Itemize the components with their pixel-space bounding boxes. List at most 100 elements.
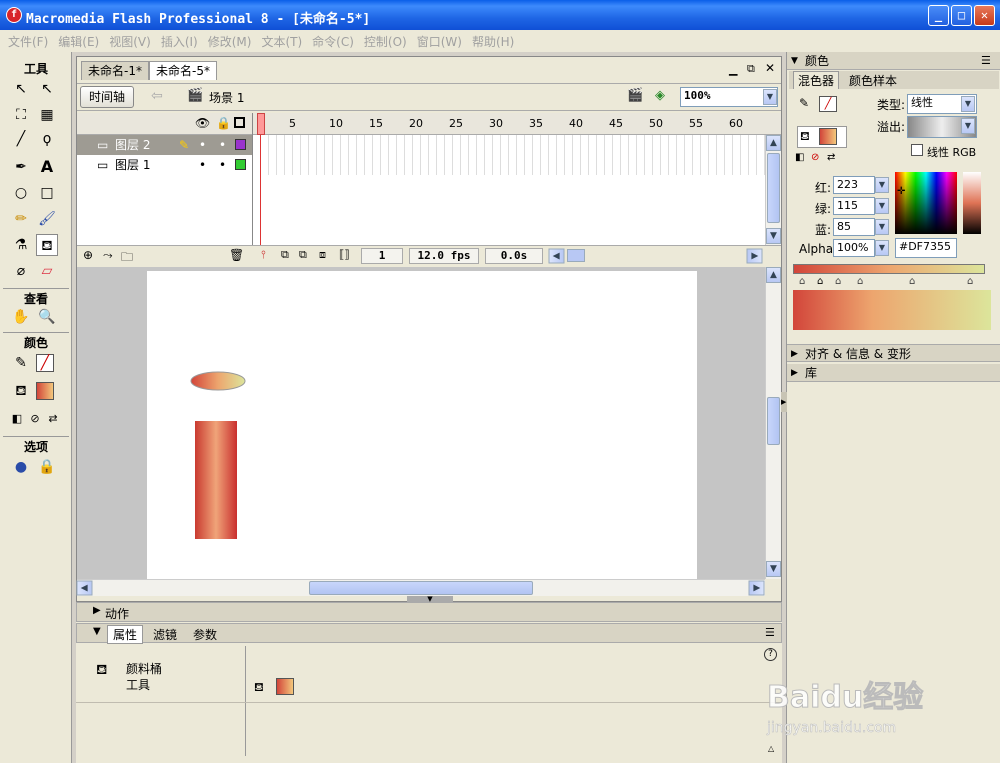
color-panel-header[interactable]: ▼ 颜色 ☰	[787, 52, 1000, 70]
rectangle-shape[interactable]	[195, 421, 237, 539]
stage[interactable]	[147, 271, 697, 579]
minimize-button[interactable]: _	[928, 5, 949, 26]
visibility-dot[interactable]: •	[199, 135, 206, 155]
stage-hscroll[interactable]: ▲ ▲	[76, 579, 765, 596]
zoom-tool-icon[interactable]: 🔍	[36, 306, 58, 328]
align-panel-header[interactable]: ▶ 对齐 & 信息 & 变形	[787, 344, 1000, 362]
gradient-stop-icon[interactable]: ⌂	[835, 276, 841, 287]
gap-size-icon[interactable]: ●	[10, 456, 32, 478]
none-icon[interactable]: ⊘	[811, 152, 819, 163]
panel-menu-icon[interactable]: ☰	[765, 626, 775, 639]
stage-scroll-right[interactable]: ▲	[748, 580, 765, 596]
help-icon[interactable]: ?	[764, 648, 777, 661]
green-dropdown-icon[interactable]: ▼	[875, 198, 889, 214]
fill-color-swatch[interactable]	[36, 382, 54, 400]
add-folder-icon[interactable]: 🗀	[121, 248, 133, 269]
panel-collapse-arrow[interactable]: ▶	[781, 392, 787, 412]
free-transform-icon[interactable]: ⛶	[10, 104, 32, 126]
hex-field[interactable]: #DF7355	[895, 238, 957, 258]
layer-color-swatch[interactable]	[235, 139, 246, 150]
tab-swatches[interactable]: 颜色样本	[849, 72, 897, 89]
playhead[interactable]	[257, 113, 265, 135]
stage-hscroll-thumb[interactable]	[309, 581, 533, 595]
line-tool-icon[interactable]: ╱	[10, 128, 32, 150]
collapse-color-icon[interactable]: ▼	[791, 52, 798, 70]
expand-arrow-icon[interactable]: ▶	[93, 605, 101, 616]
lock-icon[interactable]: 🔒	[216, 116, 231, 130]
doc-tab-1[interactable]: 未命名-1*	[81, 61, 149, 80]
collapse-arrow-icon[interactable]: ▼	[93, 626, 101, 637]
linear-rgb-checkbox[interactable]	[911, 144, 923, 156]
bw-icon[interactable]: ◧	[795, 152, 804, 163]
add-guide-icon[interactable]: ⤳	[103, 248, 113, 263]
menu-file[interactable]: 文件(F)	[8, 33, 48, 50]
add-layer-icon[interactable]: ⊕	[83, 248, 93, 262]
onion-markers-icon[interactable]: ⟦⟧	[339, 248, 350, 261]
oval-tool-icon[interactable]: ○	[10, 182, 32, 204]
stage-vscroll-thumb[interactable]	[767, 397, 780, 445]
tl-hscroll-thumb[interactable]	[567, 249, 585, 262]
alpha-field[interactable]: 100%	[833, 239, 875, 257]
fill-transform-icon[interactable]: ▦	[36, 104, 58, 126]
edit-multiple-icon[interactable]: ⧈	[319, 248, 326, 262]
lock-dot[interactable]: •	[219, 155, 226, 175]
menu-view[interactable]: 视图(V)	[109, 33, 151, 50]
doc-minimize-icon[interactable]: ▁	[729, 63, 737, 76]
layer-row[interactable]: ▭ 图层 2 ✎ • •	[77, 135, 252, 155]
center-frame-icon[interactable]: ⫯	[261, 248, 266, 262]
menu-text[interactable]: 文本(T)	[261, 33, 302, 50]
timeline-vscroll[interactable]: ▲ ▼	[765, 135, 781, 245]
timeline-button[interactable]: 时间轴	[80, 86, 135, 108]
lasso-tool-icon[interactable]: ϙ	[36, 128, 58, 150]
tab-filters[interactable]: 滤镜	[153, 626, 177, 643]
gradient-bar[interactable]	[793, 264, 985, 274]
expand-props-icon[interactable]: △	[768, 744, 774, 753]
gradient-stop-icon[interactable]: ⌂	[799, 276, 805, 287]
fill-gradient-swatch[interactable]	[819, 128, 837, 145]
edit-symbol-icon[interactable]: ◈	[655, 88, 665, 103]
stage-canvas[interactable]	[147, 271, 697, 579]
tab-properties[interactable]: 属性	[107, 625, 144, 644]
oval-shape[interactable]	[190, 371, 246, 391]
stroke-swatch[interactable]: ╱	[819, 96, 837, 112]
scroll-up-arrow[interactable]: ▲	[766, 135, 781, 151]
green-field[interactable]: 115	[833, 197, 875, 215]
zoom-dropdown-icon[interactable]: ▼	[763, 89, 777, 105]
delete-layer-icon[interactable]: 🗑	[229, 248, 244, 262]
eraser-tool-icon[interactable]: ▱	[36, 260, 58, 282]
paint-bucket-icon[interactable]: ⛾	[36, 234, 58, 256]
doc-close-icon[interactable]: ✕	[765, 61, 775, 75]
menu-help[interactable]: 帮助(H)	[472, 33, 514, 50]
pencil-tool-icon[interactable]: ✏	[10, 208, 32, 230]
tl-scroll-left[interactable]: ▲	[548, 248, 565, 264]
stroke-color-swatch[interactable]: ╱	[36, 354, 54, 372]
blue-dropdown-icon[interactable]: ▼	[875, 219, 889, 235]
blue-field[interactable]: 85	[833, 218, 875, 236]
doc-restore-icon[interactable]: ⧉	[747, 62, 755, 76]
stage-scroll-up[interactable]: ▲	[766, 267, 781, 283]
onion-skin-icon[interactable]: ⧉	[281, 248, 289, 262]
visibility-dot[interactable]: •	[199, 155, 206, 175]
stage-vscroll[interactable]: ▲ ▼	[765, 267, 781, 579]
outline-icon[interactable]	[234, 117, 245, 128]
lock-fill-icon[interactable]: 🔒	[36, 456, 58, 478]
fill-swatch[interactable]	[276, 678, 294, 695]
stroke-color-icon[interactable]: ✎	[10, 352, 32, 374]
maximize-button[interactable]: □	[951, 5, 972, 26]
color-spectrum[interactable]	[895, 172, 957, 234]
swap-icon[interactable]: ⇄	[827, 152, 835, 163]
ink-bottle-icon[interactable]: ⚗	[10, 234, 32, 256]
gradient-stop-icon[interactable]: ⌂	[857, 276, 863, 287]
back-arrow-icon[interactable]: ⇦	[151, 88, 163, 104]
expand-align-icon[interactable]: ▶	[791, 345, 798, 363]
library-panel-header[interactable]: ▶ 库	[787, 364, 1000, 382]
actions-panel-header[interactable]: ▶ 动作	[76, 602, 782, 622]
gradient-stop-icon[interactable]: ⌂	[967, 276, 973, 287]
edit-scene-icon[interactable]: 🎬	[627, 88, 643, 103]
alpha-dropdown-icon[interactable]: ▼	[875, 240, 889, 256]
menu-control[interactable]: 控制(O)	[364, 33, 407, 50]
stage-scroll-down[interactable]: ▼	[766, 561, 781, 577]
hand-tool-icon[interactable]: ✋	[10, 306, 32, 328]
scroll-down-arrow[interactable]: ▼	[766, 228, 781, 244]
brush-tool-icon[interactable]: 🖌	[36, 208, 58, 230]
